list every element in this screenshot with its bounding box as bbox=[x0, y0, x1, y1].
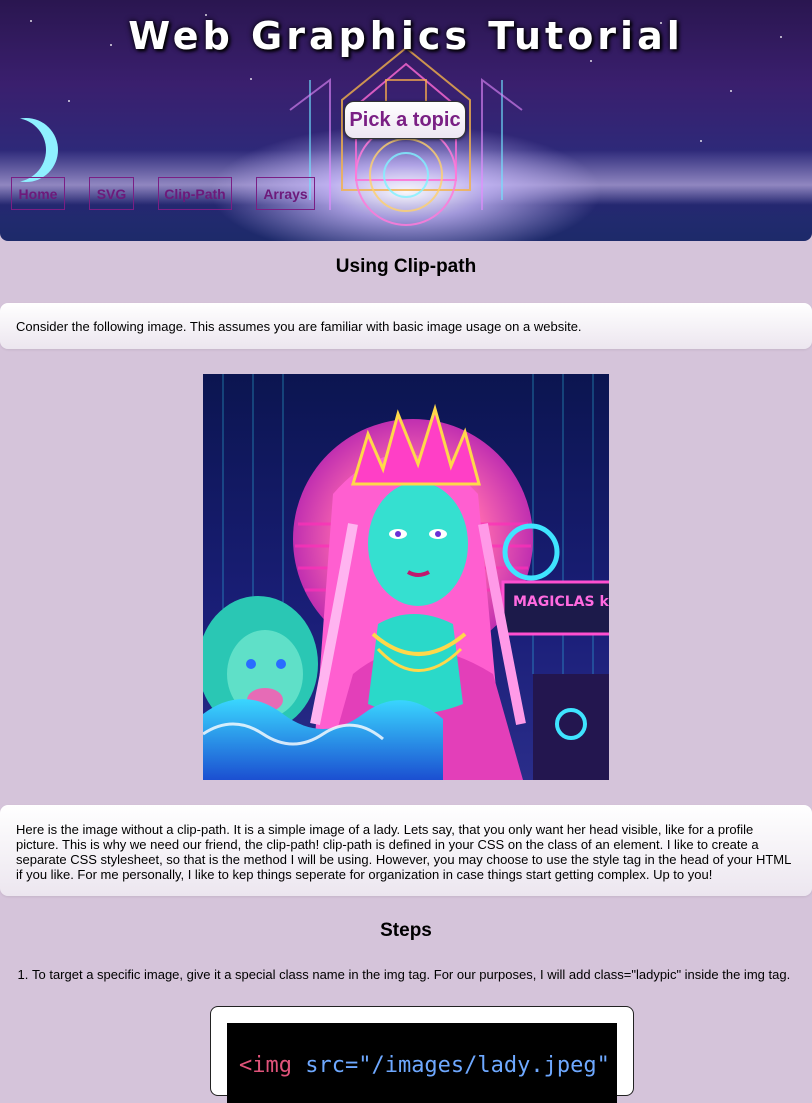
image-sign-text: MAGICLAS kHINS bbox=[513, 594, 609, 610]
steps-heading: Steps bbox=[380, 920, 432, 941]
intro-text: Consider the following image. This assum… bbox=[16, 318, 582, 334]
header-banner: Web Graphics Tutorial Pick a topic Home … bbox=[0, 0, 812, 241]
site-title: Web Graphics Tutorial bbox=[128, 14, 684, 58]
moon-icon bbox=[0, 118, 46, 182]
banner-artwork bbox=[289, 46, 523, 226]
nav-arrays-button[interactable]: Arrays bbox=[256, 177, 315, 210]
code-attr-text: src="/images/lady.jpeg" bbox=[291, 1053, 610, 1078]
code-screenshot: <img src="/images/lady.jpeg" bbox=[227, 1023, 617, 1103]
code-line: <img src="/images/lady.jpeg" bbox=[239, 1053, 610, 1078]
step-item: To target a specific image, give it a sp… bbox=[32, 967, 812, 982]
explanation-card: Here is the image without a clip-path. I… bbox=[0, 805, 812, 896]
nav-svg-button[interactable]: SVG bbox=[89, 177, 134, 210]
nav-clip-path-button[interactable]: Clip-Path bbox=[158, 177, 232, 210]
intro-card: Consider the following image. This assum… bbox=[0, 303, 812, 349]
page-heading: Using Clip-path bbox=[335, 256, 477, 277]
code-tag-text: <img bbox=[239, 1053, 292, 1078]
lady-image: MAGICLAS kHINS bbox=[203, 374, 609, 780]
steps-list: To target a specific image, give it a sp… bbox=[16, 967, 812, 982]
explanation-text: Here is the image without a clip-path. I… bbox=[16, 822, 791, 882]
nav-home-button[interactable]: Home bbox=[11, 177, 65, 210]
pick-topic-button[interactable]: Pick a topic bbox=[344, 101, 466, 139]
code-screenshot-frame: <img src="/images/lady.jpeg" bbox=[210, 1006, 634, 1103]
